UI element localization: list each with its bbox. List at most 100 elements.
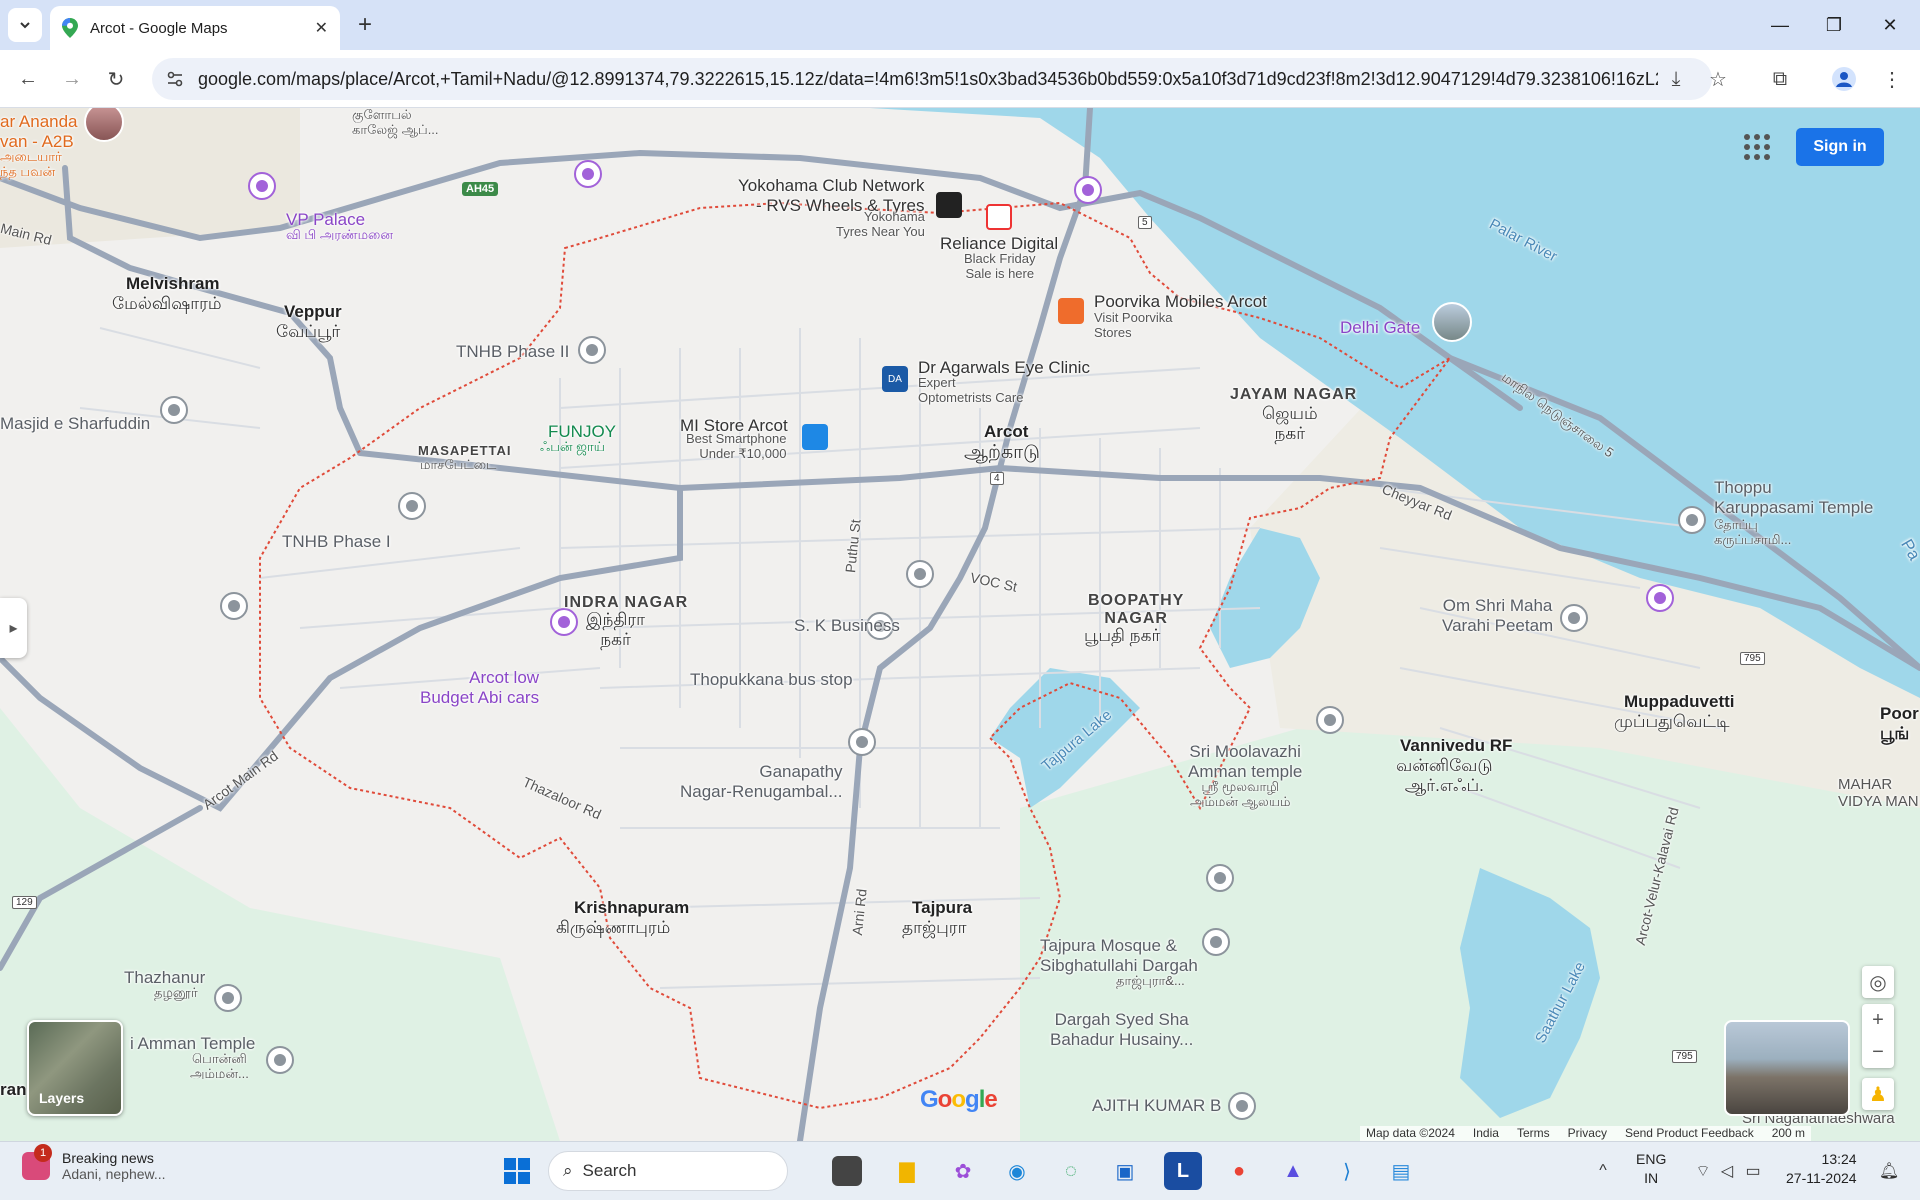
bookmark-star-icon[interactable]: ☆ — [1700, 61, 1736, 97]
menu-kebab-icon[interactable]: ⋮ — [1874, 61, 1910, 97]
temple-pin-icon[interactable] — [266, 1046, 294, 1074]
temple-pin-icon[interactable] — [1316, 706, 1344, 734]
label-ganapathy[interactable]: Ganapathy Nagar-Renugambal... — [680, 762, 843, 801]
label-thopukkana[interactable]: Thopukkana bus stop — [690, 670, 853, 690]
label-masjid[interactable]: Masjid e Sharfuddin — [0, 414, 150, 434]
label-boopathy-ta: பூபதி நகர் — [1084, 626, 1161, 645]
language-indicator[interactable]: ENG IN — [1636, 1150, 1666, 1188]
label-sk-business[interactable]: S. K Business — [794, 616, 900, 636]
temple-pin-icon[interactable] — [1560, 604, 1588, 632]
poorvika-icon[interactable] — [1058, 298, 1084, 324]
extensions-icon[interactable]: ⧉ — [1762, 61, 1798, 97]
tray-chevron-icon[interactable]: ^ — [1584, 1152, 1622, 1190]
vscode-icon[interactable]: ⟩ — [1328, 1152, 1366, 1190]
reliance-digital-icon[interactable] — [986, 204, 1012, 230]
mosque-pin-icon[interactable] — [160, 396, 188, 424]
zoom-out-icon[interactable]: − — [1872, 1036, 1884, 1068]
label-tajpura-mosque[interactable]: Tajpura Mosque & Sibghatullahi Dargah — [1040, 936, 1198, 975]
pegman-icon[interactable]: ♟ — [1862, 1078, 1894, 1110]
eye-clinic-icon[interactable]: DA — [882, 366, 908, 392]
browser-tab[interactable]: Arcot - Google Maps ✕ — [50, 6, 340, 50]
label-mahar[interactable]: MAHAR VIDYA MAN — [1838, 776, 1919, 811]
label-tnhb1[interactable]: TNHB Phase I — [282, 532, 391, 552]
tyre-shop-icon[interactable] — [936, 192, 962, 218]
temple-pin-icon[interactable] — [1678, 506, 1706, 534]
reload-icon[interactable]: ↻ — [98, 61, 134, 97]
label-ajith[interactable]: AJITH KUMAR B — [1092, 1096, 1221, 1116]
label-delhi-gate[interactable]: Delhi Gate — [1340, 318, 1420, 338]
site-info-icon[interactable] — [166, 70, 184, 88]
label-thoppu[interactable]: Thoppu Karuppasami Temple — [1714, 478, 1873, 517]
restore-icon[interactable]: ❐ — [1806, 0, 1862, 50]
battery-icon[interactable]: ▭ — [1734, 1152, 1772, 1190]
my-location-icon[interactable]: ◎ — [1862, 966, 1894, 998]
label-college[interactable]: குளோபல் காலேஜ் ஆப்... — [352, 108, 439, 138]
place-pin-icon[interactable] — [574, 160, 602, 188]
expand-sidebar-button[interactable]: ▸ — [0, 598, 27, 658]
scale-bar[interactable]: 200 m — [1772, 1126, 1805, 1141]
label-poorvika[interactable]: Poorvika Mobiles Arcot — [1094, 292, 1267, 312]
mosque-pin-icon[interactable] — [1206, 864, 1234, 892]
install-app-icon[interactable]: ⤓ — [1658, 61, 1694, 97]
label-yokohama-sub: Yokohama Tyres Near You — [836, 209, 925, 239]
place-pin-icon[interactable] — [214, 984, 242, 1012]
edge-icon[interactable]: ◉ — [998, 1152, 1036, 1190]
back-icon[interactable]: ← — [10, 61, 46, 97]
place-pin-icon[interactable] — [1228, 1092, 1256, 1120]
place-pin-icon[interactable] — [848, 728, 876, 756]
label-poorvika-sub: Visit Poorvika Stores — [1094, 310, 1173, 340]
copilot-icon[interactable]: ✿ — [944, 1152, 982, 1190]
layers-button[interactable]: Layers — [27, 1020, 123, 1116]
news-subtitle: Adani, nephew... — [62, 1166, 166, 1182]
arc-app-icon[interactable]: ▲ — [1274, 1152, 1312, 1190]
place-pin-icon[interactable] — [578, 336, 606, 364]
place-pin-icon[interactable] — [1646, 584, 1674, 612]
feedback-link[interactable]: Send Product Feedback — [1625, 1126, 1754, 1141]
label-omshri[interactable]: Om Shri Maha Varahi Peetam — [1442, 596, 1553, 635]
minimize-icon[interactable]: — — [1752, 0, 1808, 50]
new-tab-button[interactable]: + — [350, 10, 380, 40]
google-apps-icon[interactable] — [1744, 134, 1770, 160]
shopping-bag-icon[interactable] — [802, 424, 828, 450]
label-moolavazhi[interactable]: Sri Moolavazhi Amman temple — [1188, 742, 1302, 781]
sign-in-button[interactable]: Sign in — [1796, 128, 1884, 166]
lang-code: ENG — [1636, 1151, 1667, 1167]
zoom-in-icon[interactable]: + — [1872, 1004, 1884, 1036]
close-window-icon[interactable]: ✕ — [1862, 0, 1918, 50]
profile-avatar[interactable] — [1826, 61, 1862, 97]
terms-link[interactable]: Terms — [1517, 1126, 1550, 1141]
label-veppur: Veppur — [284, 302, 342, 321]
delhi-gate-thumbnail[interactable] — [1432, 302, 1472, 342]
india-link[interactable]: India — [1473, 1126, 1499, 1141]
label-tnhb2[interactable]: TNHB Phase II — [456, 342, 569, 362]
hotel-pin-icon[interactable] — [248, 172, 276, 200]
windows-start-icon[interactable] — [498, 1152, 536, 1190]
mosque-pin-icon[interactable] — [1202, 928, 1230, 956]
notepad-icon[interactable]: ▤ — [1382, 1152, 1420, 1190]
notification-bell-icon[interactable]: 🔔︎ — [1870, 1152, 1908, 1190]
label-poo: Poor பூங் — [1880, 704, 1919, 743]
chrome-icon[interactable]: ● — [1220, 1152, 1258, 1190]
task-view-icon[interactable] — [832, 1156, 862, 1186]
store-icon[interactable]: ▣ — [1106, 1152, 1144, 1190]
school-pin-icon[interactable] — [220, 592, 248, 620]
label-arcot-low[interactable]: Arcot low Budget Abi cars — [420, 668, 539, 707]
privacy-link[interactable]: Privacy — [1568, 1126, 1607, 1141]
place-pin-icon[interactable] — [398, 492, 426, 520]
news-widget[interactable]: 1 Breaking news Adani, nephew... — [22, 1144, 166, 1182]
street-view-thumbnail[interactable] — [1724, 1020, 1850, 1116]
forward-icon[interactable]: → — [54, 61, 90, 97]
label-ananda[interactable]: ar Ananda van - A2B — [0, 112, 78, 151]
place-pin-icon[interactable] — [906, 560, 934, 588]
taskbar-search[interactable]: ⌕ Search — [548, 1151, 788, 1191]
app-ring-icon[interactable]: ◌ — [1052, 1152, 1090, 1190]
close-tab-icon[interactable]: ✕ — [315, 18, 328, 38]
clock[interactable]: 13:24 27-11-2024 — [1786, 1150, 1857, 1188]
tab-search-button[interactable] — [8, 8, 42, 42]
lync-app-icon[interactable]: L — [1164, 1152, 1202, 1190]
label-dargah[interactable]: Dargah Syed Sha Bahadur Husainy... — [1050, 1010, 1193, 1049]
file-explorer-icon[interactable]: ▇ — [888, 1152, 926, 1190]
map-canvas[interactable]: Sign in ▸ AH45 5 4 795 795 129 DA ar Ana… — [0, 108, 1920, 1141]
address-bar[interactable]: google.com/maps/place/Arcot,+Tamil+Nadu/… — [152, 58, 1712, 100]
shopping-pin-icon[interactable] — [1074, 176, 1102, 204]
